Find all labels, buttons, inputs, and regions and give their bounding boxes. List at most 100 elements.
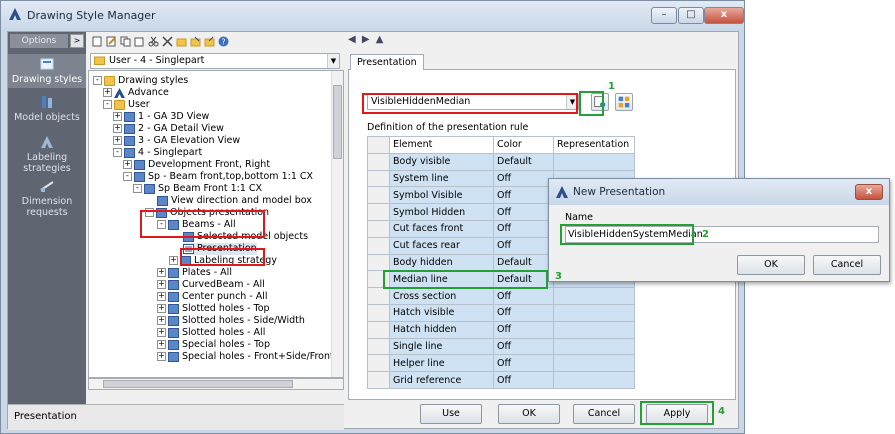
cell-element[interactable]: Helper line [389,354,494,373]
tree-node[interactable]: + CurvedBeam - All [157,279,265,291]
expand-icon[interactable]: + [113,124,122,133]
row-header[interactable] [367,320,390,339]
cell-element[interactable]: Body visible [389,152,494,171]
nav-model-objects[interactable]: Model objects [8,94,86,128]
column-header-element[interactable]: Element [389,136,494,154]
cell-representation[interactable] [553,371,635,389]
row-header[interactable] [367,253,390,272]
collapse-icon[interactable]: - [103,100,112,109]
tree-node[interactable]: - Drawing styles [93,75,188,87]
grid-row[interactable]: Hatch hidden Off [367,320,635,339]
minimize-button[interactable]: – [651,7,677,24]
ok-button[interactable]: OK [498,404,560,424]
tree-node[interactable]: + Slotted holes - Top [157,303,270,315]
cell-color[interactable]: Off [493,354,554,373]
cell-representation[interactable] [553,337,635,356]
expand-icon[interactable]: + [157,280,166,289]
cell-element[interactable]: Cross section [389,287,494,305]
cell-element[interactable]: Symbol Hidden [389,203,494,221]
tree-node[interactable]: +2 - GA Detail View [113,123,224,135]
forward-arrow-icon[interactable]: ▶ [362,34,370,45]
tree-node[interactable]: - Sp - Beam front,top,bottom 1:1 CX [123,171,313,183]
grid-row[interactable]: Body visible Default [367,152,635,171]
cell-representation[interactable] [553,152,635,171]
edit-icon[interactable] [106,36,117,47]
expand-icon[interactable]: + [157,268,166,277]
expand-icon[interactable]: + [169,256,178,265]
grid-row[interactable]: Hatch visible Off [367,303,635,322]
tree-node[interactable]: - 4 - Singlepart [113,147,202,159]
row-header[interactable] [367,236,390,255]
cell-color[interactable]: Off [493,203,554,221]
cell-element[interactable]: Single line [389,337,494,356]
help-icon[interactable]: ? [218,36,229,47]
nav-dimension-requests[interactable]: Dimension requests [8,178,86,218]
grid-row[interactable]: Helper line Off [367,354,635,373]
tree-vertical-scrollbar[interactable] [331,71,343,377]
maximize-button[interactable]: □ [678,7,704,24]
column-header-representation[interactable]: Representation [553,136,635,154]
options-expand-button[interactable]: > [70,34,84,48]
row-header[interactable] [367,152,390,171]
use-button[interactable]: Use [420,404,482,424]
tree-node[interactable]: + Special holes - Front+Side/Front [157,351,334,363]
tree-node[interactable]: + Slotted holes - Side/Width [157,315,305,327]
cell-element[interactable]: Body hidden [389,253,494,272]
paste-icon[interactable] [134,36,145,47]
cell-representation[interactable] [553,287,635,305]
cell-element[interactable]: Cut faces rear [389,236,494,255]
cell-element[interactable]: Cut faces front [389,219,494,238]
cell-color[interactable]: Default [493,152,554,171]
cut-icon[interactable] [148,36,159,47]
cell-representation[interactable] [553,354,635,373]
row-header[interactable] [367,371,390,389]
tree-node[interactable]: - User [103,99,150,111]
collapse-icon[interactable]: - [113,148,122,157]
options-header[interactable]: Options [10,34,68,48]
up-arrow-icon[interactable]: ▲ [376,34,384,45]
grid-row[interactable]: Single line Off [367,337,635,356]
row-header[interactable] [367,186,390,205]
cell-element[interactable]: Grid reference [389,371,494,389]
cell-color[interactable]: Off [493,287,554,305]
expand-icon[interactable]: + [157,292,166,301]
tree-node[interactable]: + Slotted holes - All [157,327,265,339]
tree-node[interactable]: +3 - GA Elevation View [113,135,240,147]
style-selector-combo[interactable]: User - 4 - Singlepart ▼ [90,53,340,69]
column-header-color[interactable]: Color [493,136,554,154]
dialog-close-button[interactable]: x [855,184,883,200]
scroll-thumb[interactable] [103,380,293,388]
folder-new-icon[interactable] [176,36,187,47]
close-button[interactable]: x [704,7,744,24]
row-header[interactable] [367,337,390,356]
dialog-cancel-button[interactable]: Cancel [813,255,881,275]
cell-color[interactable]: Default [493,253,554,272]
tree-node[interactable]: - Sp Beam Front 1:1 CX [133,183,262,195]
cancel-button[interactable]: Cancel [573,404,635,424]
tree-node[interactable]: + Center punch - All [157,291,268,303]
expand-icon[interactable]: + [113,136,122,145]
cell-color[interactable]: Off [493,236,554,255]
copy-icon[interactable] [120,36,131,47]
cell-representation[interactable] [553,303,635,322]
export-icon[interactable] [190,36,201,47]
presentation-settings-button[interactable] [615,93,633,111]
cell-element[interactable]: Hatch hidden [389,320,494,339]
row-header[interactable] [367,169,390,188]
grid-row[interactable]: Cross section Off [367,287,635,305]
grid-row[interactable]: Grid reference Off [367,371,635,389]
delete-icon[interactable] [162,36,173,47]
row-header[interactable] [367,203,390,221]
tab-presentation[interactable]: Presentation [350,54,424,70]
nav-drawing-styles[interactable]: Drawing styles [8,54,86,88]
expand-icon[interactable]: + [157,352,166,361]
collapse-icon[interactable]: - [123,172,132,181]
tree-node[interactable]: View direction and model box [157,195,312,207]
expand-icon[interactable]: + [157,304,166,313]
new-icon[interactable] [92,36,103,47]
cell-element[interactable]: System line [389,169,494,188]
cell-color[interactable]: Off [493,186,554,205]
nav-labeling-strategies[interactable]: Labeling strategies [8,134,86,174]
cell-element[interactable]: Symbol Visible [389,186,494,205]
expand-icon[interactable]: + [123,160,132,169]
